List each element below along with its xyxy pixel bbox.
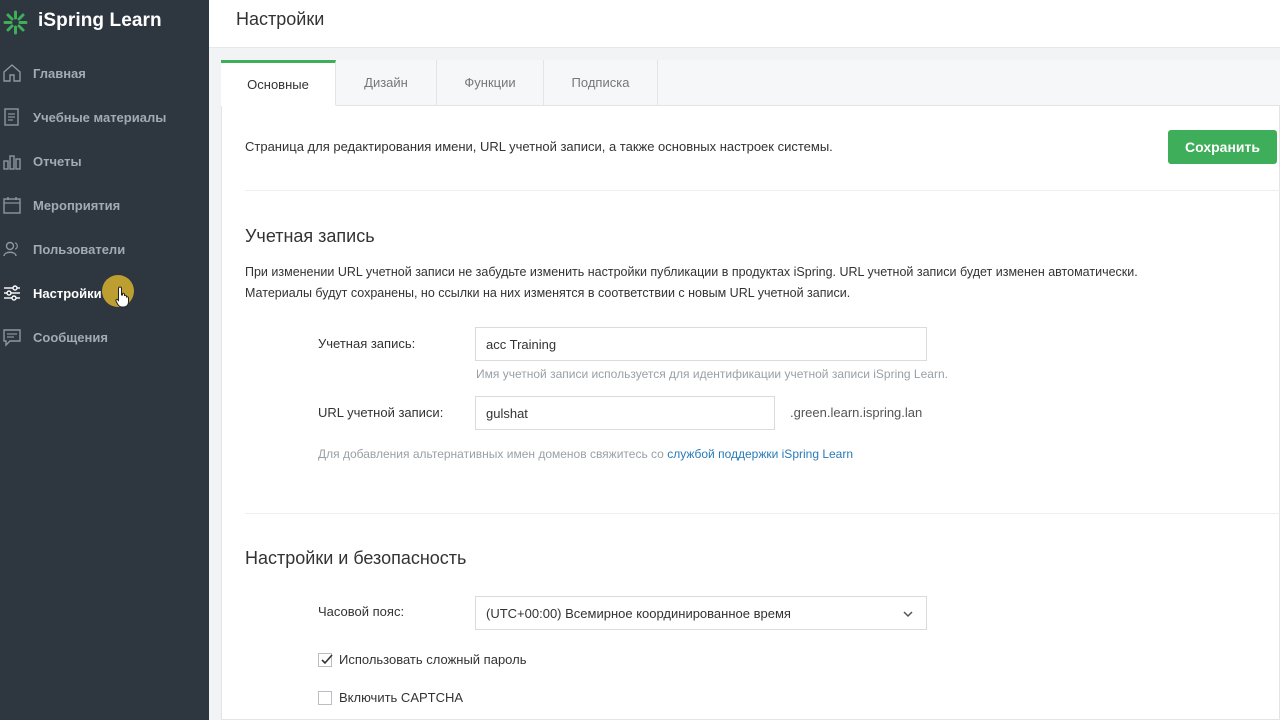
sidebar-item-label: Мероприятия [33,197,121,213]
app-logo[interactable]: iSpring Learn [0,0,209,46]
account-url-input[interactable] [475,396,775,430]
message-icon [2,327,22,347]
tab-subscription[interactable]: Подписка [544,60,658,106]
save-button[interactable]: Сохранить [1168,130,1277,164]
sidebar-item-label: Учебные материалы [33,109,167,125]
home-icon [2,63,22,83]
sidebar-item-label: Настройки [33,285,102,301]
sidebar-item-events[interactable]: Мероприятия [0,183,209,227]
users-icon [2,239,22,259]
tab-label: Дизайн [364,75,408,90]
chevron-down-icon [903,611,913,618]
account-help-text: При изменении URL учетной записи не забу… [245,262,1275,304]
checkmark-icon [321,653,333,664]
support-link[interactable]: службой поддержки iSpring Learn [667,447,853,461]
account-help-line: При изменении URL учетной записи не забу… [245,265,1138,279]
tab-design[interactable]: Дизайн [336,60,437,106]
sidebar-item-home[interactable]: Главная [0,51,209,95]
page-description: Страница для редактирования имени, URL у… [245,139,833,154]
tab-label: Подписка [571,75,630,90]
domain-hint: Для добавления альтернативных имен домен… [318,447,853,461]
account-section-title: Учетная запись [245,226,375,246]
account-url-label: URL учетной записи: [318,405,444,420]
hand-cursor-icon [115,286,129,308]
account-help-line: Материалы будут сохранены, но ссылки на … [245,286,851,300]
account-url-suffix: .green.learn.ispring.lan [790,405,923,420]
captcha-checkbox[interactable] [318,690,332,705]
divider [245,190,1280,191]
settings-tabs: Основные Дизайн Функции Подписка [221,60,658,106]
timezone-label: Часовой пояс: [318,604,405,619]
sidebar: iSpring Learn Главная Учебные материалы … [0,0,209,720]
calendar-icon [2,195,22,215]
complex-password-label: Использовать сложный пароль [339,652,527,667]
complex-password-checkbox[interactable] [318,652,333,667]
bar-chart-icon [2,151,22,171]
sidebar-item-label: Сообщения [33,329,108,345]
domain-hint-text: Для добавления альтернативных имен домен… [318,447,664,461]
captcha-option[interactable]: Включить CAPTCHA [318,690,463,705]
tab-functions[interactable]: Функции [437,60,544,106]
tab-general[interactable]: Основные [221,60,336,106]
app-name: iSpring Learn [38,10,162,31]
account-name-hint: Имя учетной записи используется для иден… [476,367,948,381]
timezone-select[interactable]: (UTC+00:00) Всемирное координированное в… [475,596,927,630]
sliders-icon [2,283,22,303]
sidebar-item-users[interactable]: Пользователи [0,227,209,271]
sidebar-item-label: Главная [33,65,86,81]
tab-label: Основные [247,76,309,92]
page-header: Настройки [209,0,1280,48]
account-name-input[interactable] [475,327,927,361]
account-name-label: Учетная запись: [318,336,416,351]
tab-label: Функции [464,75,516,90]
book-icon [2,107,22,127]
divider [245,513,1280,514]
sidebar-item-label: Отчеты [33,153,82,169]
sidebar-item-label: Пользователи [33,241,126,257]
sidebar-item-messages[interactable]: Сообщения [0,315,209,359]
complex-password-option[interactable]: Использовать сложный пароль [318,652,526,667]
ispring-logo-icon [3,10,28,35]
security-section-title: Настройки и безопасность [245,548,467,568]
sidebar-item-reports[interactable]: Отчеты [0,139,209,183]
sidebar-item-materials[interactable]: Учебные материалы [0,95,209,139]
timezone-value: (UTC+00:00) Всемирное координированное в… [486,605,791,621]
page-title: Настройки [236,9,325,29]
tabs-filler [658,60,1280,106]
captcha-label: Включить CAPTCHA [339,690,464,705]
